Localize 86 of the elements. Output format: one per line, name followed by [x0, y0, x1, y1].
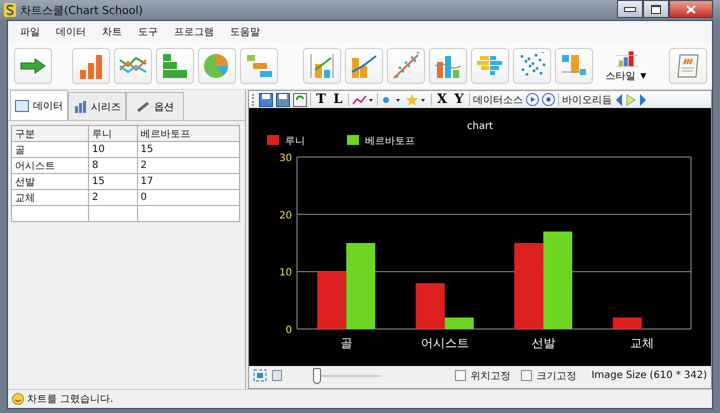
checkbox-label: 위치고정 — [470, 370, 510, 382]
bar-chart-icon — [73, 100, 87, 112]
pyramid-chart-icon[interactable] — [471, 48, 509, 84]
table-cell[interactable]: 10 — [88, 142, 138, 158]
refresh-icon[interactable] — [293, 92, 307, 106]
x-axis-button[interactable]: X — [435, 92, 449, 107]
menu-item[interactable]: 데이터 — [48, 24, 94, 38]
column-header: 구분 — [12, 126, 88, 142]
slider-thumb[interactable] — [313, 368, 321, 384]
hbar-chart-icon[interactable] — [156, 48, 194, 84]
chart-title: chart — [467, 121, 493, 132]
menu-item[interactable]: 파일 — [12, 24, 48, 38]
page-icon[interactable] — [272, 370, 282, 381]
pie-chart-icon[interactable] — [198, 48, 236, 84]
close-button[interactable] — [669, 0, 713, 18]
checkbox-label: 크기고정 — [536, 370, 576, 382]
tab[interactable]: 옵션 — [126, 92, 184, 120]
menu-item[interactable]: 차트 — [94, 24, 130, 38]
column-header: 베르바토프 — [137, 126, 240, 142]
app-icon — [4, 3, 16, 17]
report-icon[interactable] — [669, 48, 707, 84]
float-chart-icon[interactable] — [555, 48, 593, 84]
zoom-slider[interactable] — [313, 368, 381, 384]
table-cell[interactable]: 골 — [12, 142, 88, 158]
x-tick-label: 어시스트 — [420, 336, 469, 350]
fit-icon[interactable] — [253, 369, 267, 382]
minimize-button[interactable] — [617, 0, 643, 18]
wave-chart-icon[interactable] — [429, 48, 467, 84]
y-tick-label: 30 — [279, 153, 292, 164]
tab[interactable]: 데이터 — [10, 90, 68, 120]
star-dropdown[interactable] — [406, 94, 428, 106]
y-tick-label: 10 — [279, 268, 292, 279]
line-style-dropdown[interactable] — [352, 94, 374, 106]
wrench-icon — [136, 100, 150, 112]
y-tick-label: 20 — [279, 210, 292, 222]
combo-chart-icon[interactable] — [303, 48, 341, 84]
table-cell[interactable]: 2 — [137, 158, 240, 174]
legend-label: 루니 — [285, 136, 305, 147]
bar — [612, 318, 642, 329]
biorhythm-label: 바이오리듬 — [562, 94, 612, 106]
y-axis-button[interactable]: Y — [452, 92, 466, 107]
line-chart-icon[interactable] — [114, 48, 152, 84]
legend-label: 베르바토프 — [365, 136, 415, 147]
close-icon — [686, 4, 696, 14]
checkbox[interactable] — [521, 370, 532, 381]
bar-chart-icon — [613, 48, 641, 66]
checkbox[interactable] — [455, 370, 466, 381]
next-icon[interactable] — [639, 94, 647, 106]
data-source-label: 데이터소스 — [473, 94, 523, 106]
save-icon[interactable] — [259, 92, 273, 106]
smiley-icon — [12, 393, 24, 405]
bar-chart-icon[interactable] — [72, 48, 110, 84]
table-cell[interactable]: 2 — [88, 190, 138, 206]
image-size-label: Image Size (610 * 342) — [591, 370, 707, 381]
table-cell[interactable]: 15 — [88, 174, 138, 190]
x-tick-label: 선발 — [531, 336, 556, 350]
gantt-chart-icon[interactable] — [240, 48, 278, 84]
table-icon — [15, 100, 29, 112]
stop-icon[interactable] — [542, 93, 555, 106]
scatter-chart-icon[interactable] — [513, 48, 551, 84]
previous-icon[interactable] — [615, 94, 623, 106]
table-cell[interactable]: 17 — [137, 174, 240, 190]
table-cell[interactable]: 0 — [137, 190, 240, 206]
column-header: 루니 — [88, 126, 138, 142]
style-button[interactable]: 스타일 ▼ — [601, 48, 653, 84]
legend-button[interactable]: L — [331, 92, 345, 107]
tab[interactable]: 시리즈 — [68, 92, 126, 120]
table-cell[interactable]: 8 — [88, 158, 138, 174]
title-button[interactable]: T — [314, 92, 328, 107]
x-tick-label: 교체 — [630, 336, 654, 350]
window-title: 차트스쿨(Chart School) — [20, 2, 143, 18]
y-tick-label: 0 — [286, 325, 292, 336]
menu-item[interactable]: 프로그램 — [166, 24, 222, 38]
status-text: 차트를 그렸습니다. — [27, 393, 114, 406]
maximize-button[interactable] — [643, 0, 669, 18]
table-cell[interactable]: 교체 — [12, 190, 88, 206]
table-cell[interactable]: 선발 — [12, 174, 88, 190]
barline-chart-icon[interactable] — [345, 48, 383, 84]
x-tick-label: 골 — [340, 336, 352, 350]
menu-item[interactable]: 도움말 — [222, 24, 268, 38]
table-cell[interactable]: 어시스트 — [12, 158, 88, 174]
save-as-icon[interactable] — [276, 92, 290, 106]
menu-item[interactable]: 도구 — [130, 24, 166, 38]
play-icon[interactable] — [526, 93, 539, 106]
scatterline-chart-icon[interactable] — [387, 48, 425, 84]
table-cell[interactable]: 15 — [137, 142, 240, 158]
